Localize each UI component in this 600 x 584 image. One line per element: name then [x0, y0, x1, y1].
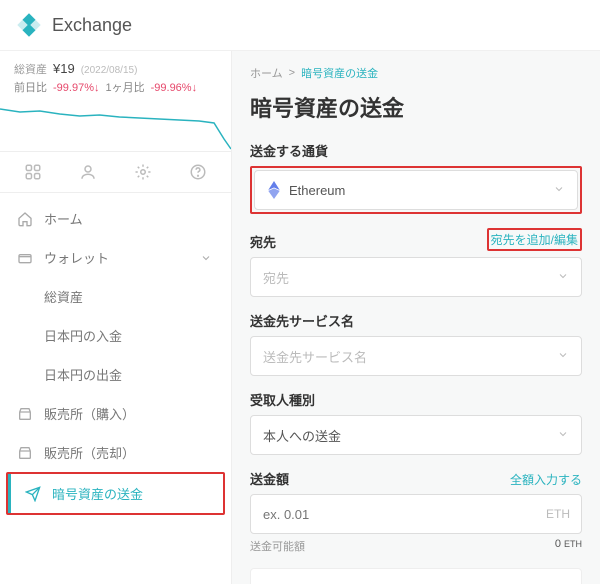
currency-value: Ethereum — [289, 183, 345, 198]
service-select[interactable]: 送金先サービス名 — [250, 336, 582, 376]
shop-icon — [16, 405, 34, 423]
stats-block: 総資産 ¥19 (2022/08/15) 前日比 -99.97%↓ 1ヶ月比 -… — [0, 51, 231, 99]
exchange-logo-icon — [16, 12, 42, 38]
sidebar-item-label: 販売所（売却） — [44, 443, 135, 462]
sidebar-sub-jpy-deposit[interactable]: 日本円の入金 — [0, 316, 231, 355]
available-label: 送金可能額 — [250, 538, 305, 554]
stats-date: (2022/08/15) — [81, 65, 138, 76]
user-icon[interactable] — [78, 162, 98, 182]
field-service: 送金先サービス名 送金先サービス名 — [250, 311, 582, 376]
chevron-down-icon — [557, 349, 569, 364]
dest-add-edit-link[interactable]: 宛先を追加/編集 — [491, 233, 578, 247]
sidebar-item-market-sell[interactable]: 販売所（売却） — [0, 433, 231, 472]
sidebar-item-label: 暗号資産の送金 — [52, 484, 143, 503]
sidebar-item-market-buy[interactable]: 販売所（購入） — [0, 394, 231, 433]
sidebar-item-label: 販売所（購入） — [44, 404, 135, 423]
chevron-down-icon — [553, 183, 565, 198]
amount-fill-all-link[interactable]: 全額入力する — [510, 471, 582, 488]
breadcrumb: ホーム > 暗号資産の送金 — [250, 65, 582, 81]
dest-select[interactable]: 宛先 — [250, 257, 582, 297]
recipient-type-select[interactable]: 本人への送金 — [250, 415, 582, 455]
dest-placeholder: 宛先 — [263, 268, 289, 287]
sidebar-item-home[interactable]: ホーム — [0, 199, 231, 238]
sidebar-sub-jpy-withdraw[interactable]: 日本円の出金 — [0, 355, 231, 394]
total-assets-label: 総資産 — [14, 61, 47, 77]
dod-label: 前日比 — [14, 79, 47, 95]
main-content: ホーム > 暗号資産の送金 暗号資産の送金 送金する通貨 Ethereum 宛先… — [232, 51, 600, 584]
service-label: 送金先サービス名 — [250, 311, 354, 330]
currency-label: 送金する通貨 — [250, 141, 328, 160]
sidebar-item-label: ホーム — [44, 209, 83, 228]
sidebar: 総資産 ¥19 (2022/08/15) 前日比 -99.97%↓ 1ヶ月比 -… — [0, 51, 232, 584]
available-unit: ETH — [564, 539, 582, 549]
brand-name: Exchange — [52, 15, 132, 36]
chevron-down-icon — [197, 249, 215, 267]
application-panel: 申請内容 — [250, 568, 582, 584]
page-title: 暗号資産の送金 — [250, 91, 582, 123]
field-amount: 送金額 全額入力する ETH 送金可能額 0 ETH — [250, 469, 582, 554]
sidebar-sub-assets[interactable]: 総資産 — [0, 277, 231, 316]
dest-label: 宛先 — [250, 232, 276, 251]
sidebar-nav: ホーム ウォレット 総資産 日本円の入金 日本円の出金 販売所（購入） 販売所（… — [0, 193, 231, 521]
shop-icon — [16, 444, 34, 462]
wallet-icon — [16, 249, 34, 267]
chevron-down-icon — [557, 428, 569, 443]
chevron-down-icon — [557, 270, 569, 285]
breadcrumb-home[interactable]: ホーム — [250, 65, 283, 81]
amount-input[interactable] — [250, 494, 582, 534]
home-icon — [16, 210, 34, 228]
service-placeholder: 送金先サービス名 — [263, 347, 367, 366]
recipient-type-label: 受取人種別 — [250, 390, 315, 409]
help-icon[interactable] — [188, 162, 208, 182]
sidebar-item-label: ウォレット — [44, 248, 109, 267]
amount-label: 送金額 — [250, 469, 289, 488]
dod-value: -99.97%↓ — [53, 82, 99, 94]
mom-value: -99.96%↓ — [151, 82, 197, 94]
sidebar-iconbar — [0, 151, 231, 193]
send-icon — [24, 485, 42, 503]
gear-icon[interactable] — [133, 162, 153, 182]
field-currency: 送金する通貨 Ethereum — [250, 141, 582, 214]
breadcrumb-current: 暗号資産の送金 — [301, 65, 378, 81]
breadcrumb-sep: > — [289, 67, 295, 79]
mom-label: 1ヶ月比 — [105, 79, 144, 95]
ethereum-icon — [267, 181, 281, 199]
app-header: Exchange — [0, 0, 600, 51]
sparkline-chart — [0, 99, 231, 151]
sidebar-item-wallet[interactable]: ウォレット — [0, 238, 231, 277]
currency-select[interactable]: Ethereum — [254, 170, 578, 210]
available-value: 0 — [555, 538, 561, 550]
grid-icon[interactable] — [23, 162, 43, 182]
sidebar-item-crypto-send[interactable]: 暗号資産の送金 — [8, 474, 223, 513]
field-recipient-type: 受取人種別 本人への送金 — [250, 390, 582, 455]
field-destination: 宛先 宛先を追加/編集 宛先 — [250, 228, 582, 297]
amount-unit: ETH — [546, 507, 570, 521]
total-assets-value: ¥19 — [53, 61, 75, 76]
recipient-type-value: 本人への送金 — [263, 426, 341, 445]
